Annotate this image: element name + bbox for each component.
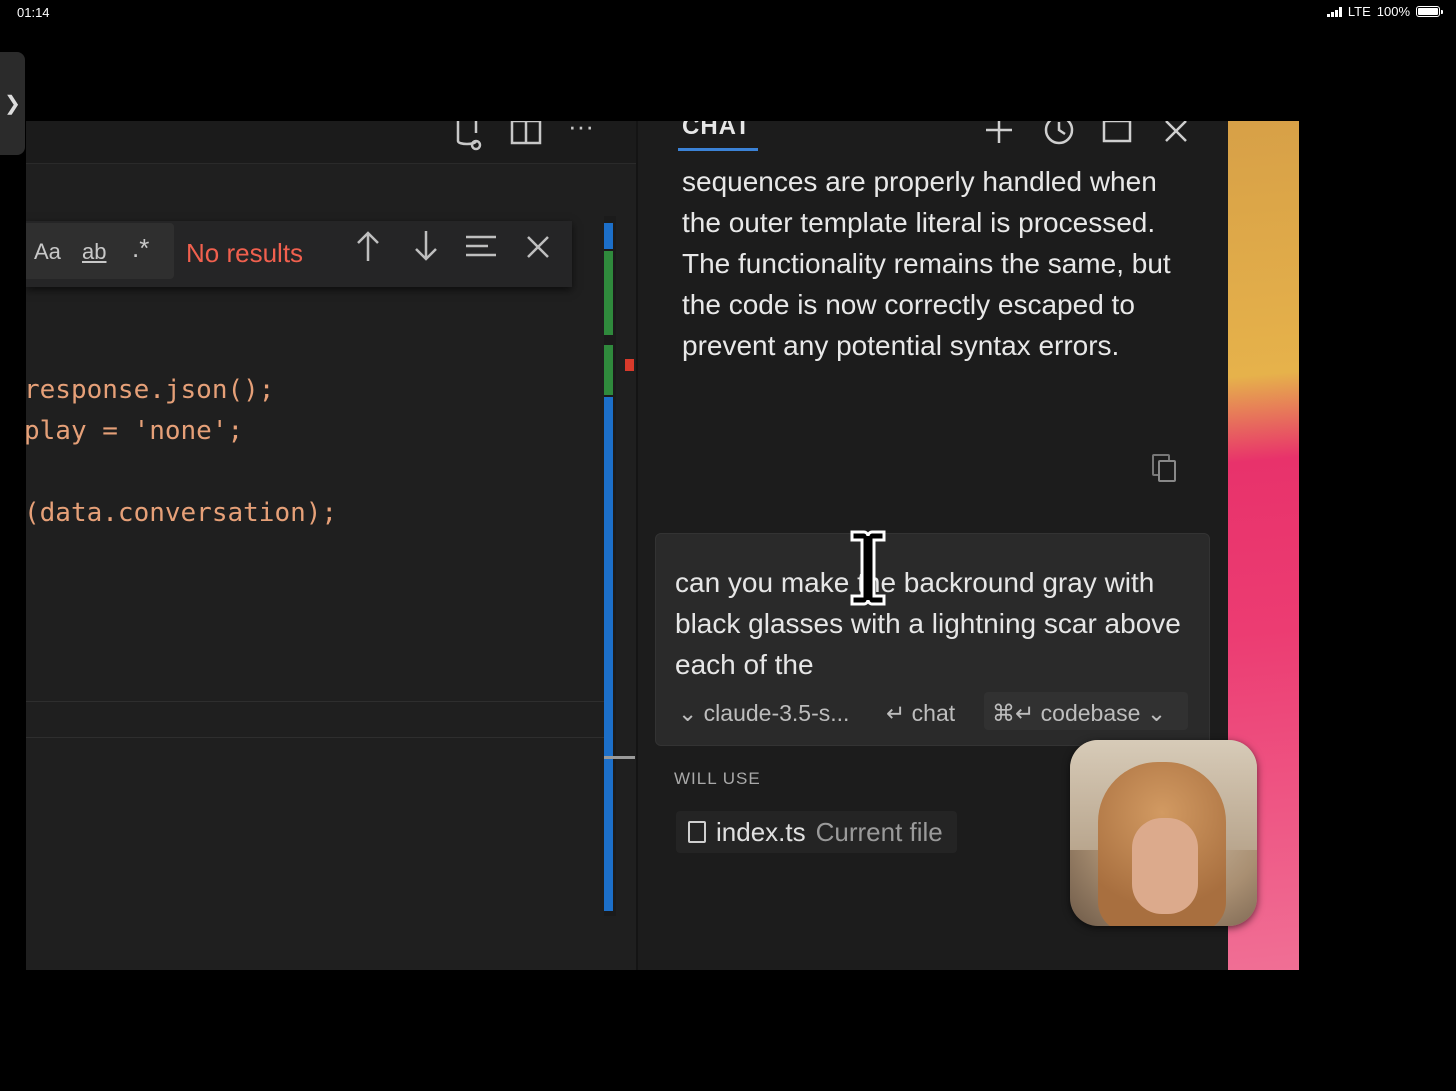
assistant-message: sequences are properly handled when the … (682, 166, 1171, 361)
change-marker (604, 251, 613, 335)
context-file-desc: Current file (815, 816, 943, 847)
signal-icon (1326, 6, 1342, 17)
webcam-overlay (1070, 740, 1257, 926)
scrollbar-thumb[interactable] (604, 397, 613, 911)
change-marker (604, 345, 613, 395)
model-selector[interactable]: ⌄ claude-3.5-s... (678, 700, 849, 727)
chat-label: chat (911, 700, 956, 726)
will-use-heading: WILL USE (674, 769, 761, 788)
cmd-return-icon: ⌘↵ (992, 700, 1035, 726)
status-indicators: LTE 100% (1326, 4, 1443, 19)
find-input[interactable]: Aa ab .* (26, 223, 174, 279)
cursor-marker (604, 756, 635, 759)
more-actions-icon[interactable]: ··· (568, 121, 594, 142)
close-find-button[interactable] (524, 229, 552, 271)
chevron-down-icon: ⌄ (678, 700, 698, 726)
chevron-right-icon: ❯ (4, 93, 21, 115)
previous-match-button[interactable] (354, 229, 382, 271)
send-chat-button[interactable]: ↵ chat (886, 700, 955, 727)
history-icon[interactable] (1042, 121, 1076, 155)
scroll-marker (604, 223, 613, 249)
match-case-toggle[interactable]: Aa (34, 239, 61, 265)
match-whole-word-toggle[interactable]: ab (82, 239, 106, 265)
editor-divider (26, 737, 606, 738)
find-result-status: No results (186, 238, 304, 268)
code-line[interactable]: response.json(); (26, 375, 274, 405)
context-file-chip[interactable]: index.ts Current file (676, 811, 957, 853)
chat-input-box[interactable]: can you make the backround gray with bla… (655, 533, 1210, 746)
tab-chat[interactable]: CHAT (682, 121, 751, 141)
text-cursor-icon (850, 530, 886, 606)
find-in-selection-button[interactable] (464, 229, 498, 271)
network-label: LTE (1347, 4, 1371, 19)
screen-recording: ··· Aa ab .* No results response.json(); (26, 121, 1299, 970)
find-widget: Aa ab .* No results (26, 221, 572, 287)
regex-toggle[interactable]: .* (132, 233, 149, 264)
context-file-name: index.ts (716, 816, 806, 847)
sidebar-toggle-button[interactable]: ❯ (0, 52, 25, 155)
code-editor[interactable]: ··· Aa ab .* No results response.json(); (26, 121, 638, 970)
source-control-icon[interactable] (452, 121, 482, 158)
next-match-button[interactable] (412, 229, 440, 271)
code-line[interactable]: play = 'none'; (26, 416, 243, 446)
copy-icon[interactable] (1152, 454, 1176, 482)
editor-toolbar: ··· (26, 121, 638, 164)
chat-input-field[interactable]: can you make the backround gray with bla… (675, 562, 1195, 685)
codebase-button-content: ⌘↵ codebase ⌄ (992, 700, 1166, 727)
split-editor-icon[interactable] (510, 121, 542, 154)
chevron-down-icon: ⌄ (1146, 700, 1167, 726)
new-chat-button[interactable] (982, 121, 1016, 155)
codebase-label: codebase (1040, 700, 1141, 726)
maximize-panel-icon[interactable] (1100, 121, 1134, 155)
status-time: 01:14 (17, 5, 50, 20)
battery-label: 100% (1376, 4, 1410, 19)
input-controls: ⌄ claude-3.5-s... ↵ chat ⌘↵ codebase ⌄ (674, 692, 1195, 730)
file-icon (688, 821, 706, 843)
error-marker (625, 359, 634, 371)
code-line[interactable]: (data.conversation); (26, 498, 337, 528)
close-panel-icon[interactable] (1162, 121, 1190, 155)
return-key-icon: ↵ (886, 700, 906, 726)
active-tab-indicator (678, 148, 758, 151)
battery-icon (1416, 6, 1443, 17)
model-name: claude-3.5-s... (703, 700, 850, 726)
editor-divider (26, 701, 606, 702)
